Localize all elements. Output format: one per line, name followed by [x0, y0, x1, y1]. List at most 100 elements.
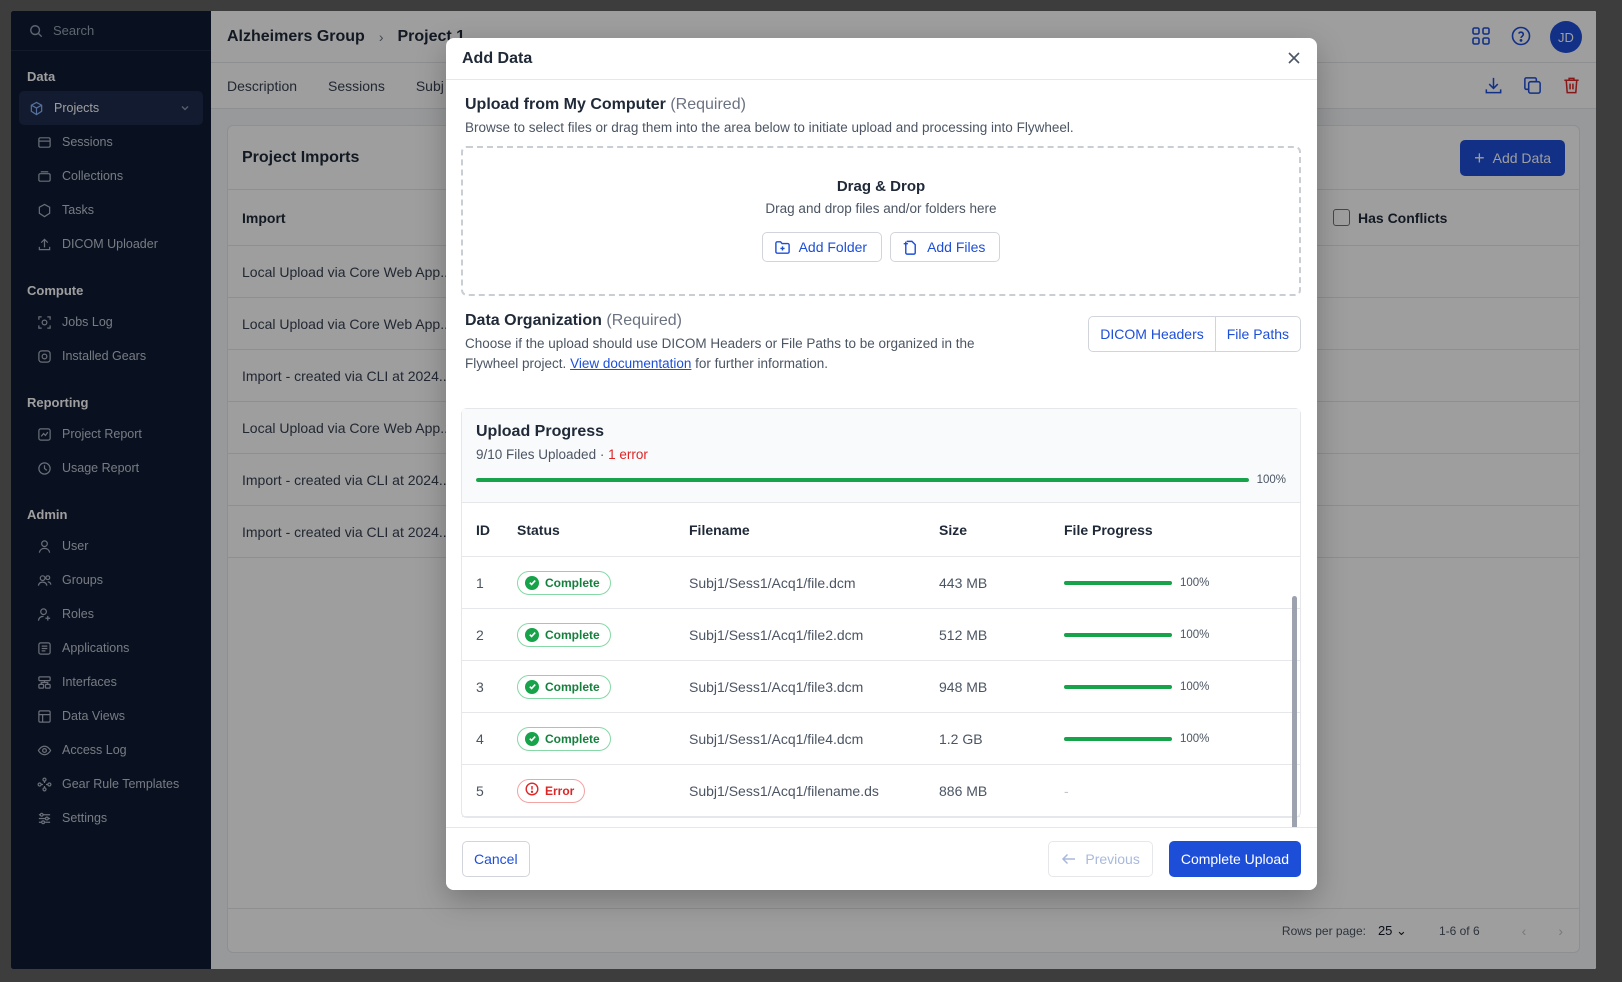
status-badge: Complete [517, 674, 611, 699]
file-progress-label: 100% [1180, 680, 1210, 693]
column-file-progress: File Progress [1064, 521, 1153, 538]
status-badge: Complete [517, 622, 611, 647]
overall-progress-fill [476, 478, 1249, 482]
status-badge: Complete [517, 726, 611, 751]
file-progress: 100% [1064, 577, 1300, 589]
overall-progress-label: 100% [1256, 474, 1286, 486]
file-progress-track [1064, 736, 1172, 741]
column-status: Status [517, 521, 560, 538]
file-progress-track [1064, 580, 1172, 585]
complete-upload-button[interactable]: Complete Upload [1168, 841, 1301, 877]
file-progress-track [1064, 632, 1172, 637]
files-uploaded-text: 9/10 Files Uploaded [476, 447, 597, 462]
file-progress: - [1064, 783, 1300, 799]
file-status: Complete [517, 622, 689, 647]
upload-required-label: (Required) [670, 96, 746, 113]
organization-description: Choose if the upload should use DICOM He… [465, 334, 1025, 374]
organization-required-label: (Required) [606, 312, 682, 329]
file-progress-label: - [1064, 782, 1069, 799]
status-text: Error [545, 783, 575, 798]
file-status: Complete [517, 570, 689, 595]
file-id: 3 [476, 678, 484, 695]
arrow-left-icon [1062, 853, 1076, 865]
modal-footer: Cancel Previous Complete Upload [446, 827, 1317, 890]
view-documentation-link[interactable]: View documentation [570, 356, 691, 371]
organization-toggle: DICOM Headers File Paths [1088, 316, 1301, 352]
file-id: 1 [476, 574, 484, 591]
status-text: Complete [545, 679, 600, 694]
upload-progress-summary: Upload Progress 9/10 Files Uploaded · 1 … [462, 409, 1300, 503]
overall-progress-track [476, 478, 1249, 482]
status-text: Complete [545, 575, 600, 590]
add-folder-label: Add Folder [798, 239, 868, 255]
app-window: Search Data Projects Sessions Collections Ta… [11, 11, 1596, 969]
modal-body: Upload from My Computer (Required) Brows… [446, 80, 1317, 827]
add-data-modal: Add Data Upload from My Computer (Requir… [446, 38, 1317, 890]
overall-progress: 100% [476, 474, 1286, 486]
file-progress: 100% [1064, 681, 1300, 693]
previous-button[interactable]: Previous [1048, 841, 1153, 877]
column-id: ID [476, 521, 490, 538]
drag-drop-zone[interactable]: Drag & Drop Drag and drop files and/or f… [461, 146, 1301, 296]
status-text: Complete [545, 731, 600, 746]
add-folder-button[interactable]: Add Folder [761, 232, 883, 262]
file-table-header: ID Status Filename Size File Progress [462, 503, 1300, 557]
drop-subtitle: Drag and drop files and/or folders here [765, 201, 997, 216]
column-filename: Filename [689, 521, 750, 538]
upload-progress-title: Upload Progress [476, 423, 605, 440]
organization-text: Data Organization (Required) Choose if t… [465, 312, 1025, 374]
file-progress-fill [1064, 736, 1172, 741]
close-icon[interactable] [1287, 51, 1301, 65]
file-progress-track [1064, 684, 1172, 689]
status-separator: · [599, 447, 605, 462]
file-row: 4 Complete Subj1/Sess1/Acq1/file4.dcm 1.2 G… [462, 713, 1300, 765]
add-files-button[interactable]: Add Files [890, 232, 1001, 262]
folder-plus-icon [774, 240, 790, 254]
file-name: Subj1/Sess1/Acq1/file2.dcm [689, 626, 864, 643]
file-name: Subj1/Sess1/Acq1/file4.dcm [689, 730, 864, 747]
file-row: 3 Complete Subj1/Sess1/Acq1/file3.dcm 948 M… [462, 661, 1300, 713]
file-id: 5 [476, 782, 484, 799]
modal-title: Add Data [462, 49, 533, 67]
modal-header: Add Data [446, 38, 1317, 80]
check-circle-icon [525, 679, 539, 694]
data-organization-section: Data Organization (Required) Choose if t… [465, 312, 1301, 374]
file-size: 512 MB [939, 626, 988, 643]
add-files-label: Add Files [927, 239, 986, 255]
status-badge: Complete [517, 570, 611, 595]
file-size: 886 MB [939, 782, 988, 799]
file-table-scrollbar[interactable] [1292, 596, 1297, 827]
file-size: 443 MB [939, 574, 988, 591]
check-circle-icon [525, 731, 539, 746]
dicom-headers-option[interactable]: DICOM Headers [1089, 317, 1214, 351]
file-progress-table: ID Status Filename Size File Progress 1 C… [462, 503, 1300, 817]
file-size: 948 MB [939, 678, 988, 695]
organization-desc-post: for further information. [695, 356, 828, 371]
file-name: Subj1/Sess1/Acq1/file3.dcm [689, 678, 864, 695]
organization-heading: Data Organization (Required) [465, 312, 1025, 330]
upload-heading-text: Upload from My Computer [465, 96, 666, 113]
previous-label: Previous [1085, 851, 1140, 867]
file-row: 5 Error Subj1/Sess1/Acq1/filename.ds 886 MB… [462, 765, 1300, 817]
file-progress-fill [1064, 632, 1172, 637]
file-progress: 100% [1064, 629, 1300, 641]
file-size: 1.2 GB [939, 730, 983, 747]
cancel-button[interactable]: Cancel [462, 841, 530, 877]
alert-circle-icon [525, 782, 539, 799]
file-status: Error [517, 778, 689, 803]
upload-heading: Upload from My Computer (Required) [465, 96, 1301, 114]
file-row: 1 Complete Subj1/Sess1/Acq1/file.dcm 443 MB… [462, 557, 1300, 609]
file-name: Subj1/Sess1/Acq1/filename.ds [689, 782, 879, 799]
file-status: Complete [517, 726, 689, 751]
file-progress-label: 100% [1180, 628, 1210, 641]
file-status: Complete [517, 674, 689, 699]
file-id: 4 [476, 730, 484, 747]
file-paths-option[interactable]: File Paths [1214, 317, 1300, 351]
file-name: Subj1/Sess1/Acq1/file.dcm [689, 574, 856, 591]
status-badge: Error [517, 778, 586, 803]
drop-title: Drag & Drop [836, 178, 926, 195]
status-text: Complete [545, 627, 600, 642]
organization-heading-text: Data Organization [465, 312, 602, 329]
check-circle-icon [525, 575, 539, 590]
error-count-text: 1 error [608, 447, 648, 462]
